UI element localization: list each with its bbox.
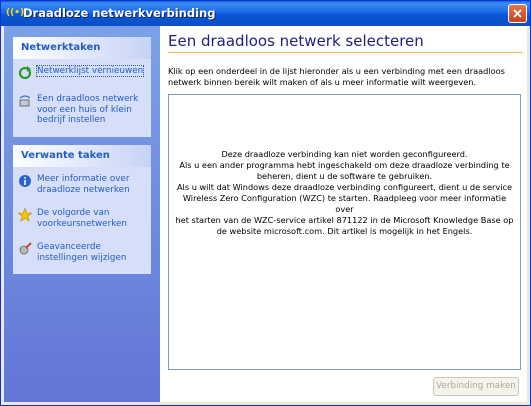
message-line: beheren, dient u de software te gebruike… — [256, 171, 433, 181]
message-line: Als u wilt dat Windows deze draadloze ve… — [176, 182, 513, 192]
intro-text: Klik op een onderdeel in de lijst hieron… — [168, 66, 505, 87]
wireless-connection-window: ((•)) Draadloze netwerkverbinding Netwer… — [0, 0, 531, 406]
network-tasks-title: Netwerktaken — [13, 37, 151, 59]
setup-network-icon — [19, 95, 31, 107]
unavailable-message: Deze draadloze verbinding kan niet worde… — [175, 149, 514, 237]
settings-icon — [19, 242, 32, 255]
setup-network-label: Een draadloos netwerk voor een huis of k… — [37, 94, 139, 125]
refresh-icon — [18, 66, 32, 80]
more-info-link[interactable]: Meer informatie over draadloze netwerken — [13, 171, 151, 198]
client-area: Netwerktaken Netwerklijst vernieuwen Een… — [4, 26, 527, 402]
task-sidebar: Netwerktaken Netwerklijst vernieuwen Een… — [4, 26, 160, 402]
related-tasks-title: Verwante taken — [13, 145, 151, 167]
title-divider — [168, 52, 523, 53]
related-tasks-panel: Verwante taken Meer informatie over draa… — [13, 145, 151, 274]
advanced-settings-link[interactable]: Geavanceerde instellingen wijzigen — [13, 239, 151, 266]
network-list[interactable]: Deze draadloze verbinding kan niet worde… — [168, 94, 521, 370]
preferred-networks-order-label: De volgorde van voorkeursnetwerken — [37, 208, 127, 229]
setup-network-link[interactable]: Een draadloos netwerk voor een huis of k… — [13, 91, 151, 129]
message-line: de website microsoft.com. Dit artikel is… — [216, 226, 473, 236]
refresh-network-list-link[interactable]: Netwerklijst vernieuwen — [13, 63, 151, 83]
message-line: het starten van de WZC-service artikel 8… — [175, 215, 514, 225]
close-button[interactable] — [508, 4, 527, 23]
preferred-networks-order-link[interactable]: De volgorde van voorkeursnetwerken — [13, 205, 151, 232]
refresh-network-list-label: Netwerklijst vernieuwen — [35, 65, 145, 77]
network-tasks-panel: Netwerktaken Netwerklijst vernieuwen Een… — [13, 37, 151, 137]
message-line: Als u een ander programma hebt ingeschak… — [179, 160, 510, 170]
info-icon — [19, 175, 31, 187]
message-line: Wireless Zero Configuration (WZC) te sta… — [182, 193, 507, 214]
advanced-settings-label: Geavanceerde instellingen wijzigen — [37, 242, 127, 263]
title-bar[interactable]: ((•)) Draadloze netwerkverbinding — [1, 1, 530, 26]
connect-button[interactable]: Verbinding maken — [433, 377, 519, 396]
more-info-label: Meer informatie over draadloze netwerken — [37, 174, 130, 195]
message-line: Deze draadloze verbinding kan niet worde… — [221, 149, 468, 159]
window-title: Draadloze netwerkverbinding — [23, 6, 216, 20]
star-icon — [18, 208, 32, 222]
page-title: Een draadloos netwerk selecteren — [168, 32, 424, 50]
main-content: Een draadloos netwerk selecteren Klik op… — [160, 26, 527, 402]
close-icon — [513, 9, 522, 18]
